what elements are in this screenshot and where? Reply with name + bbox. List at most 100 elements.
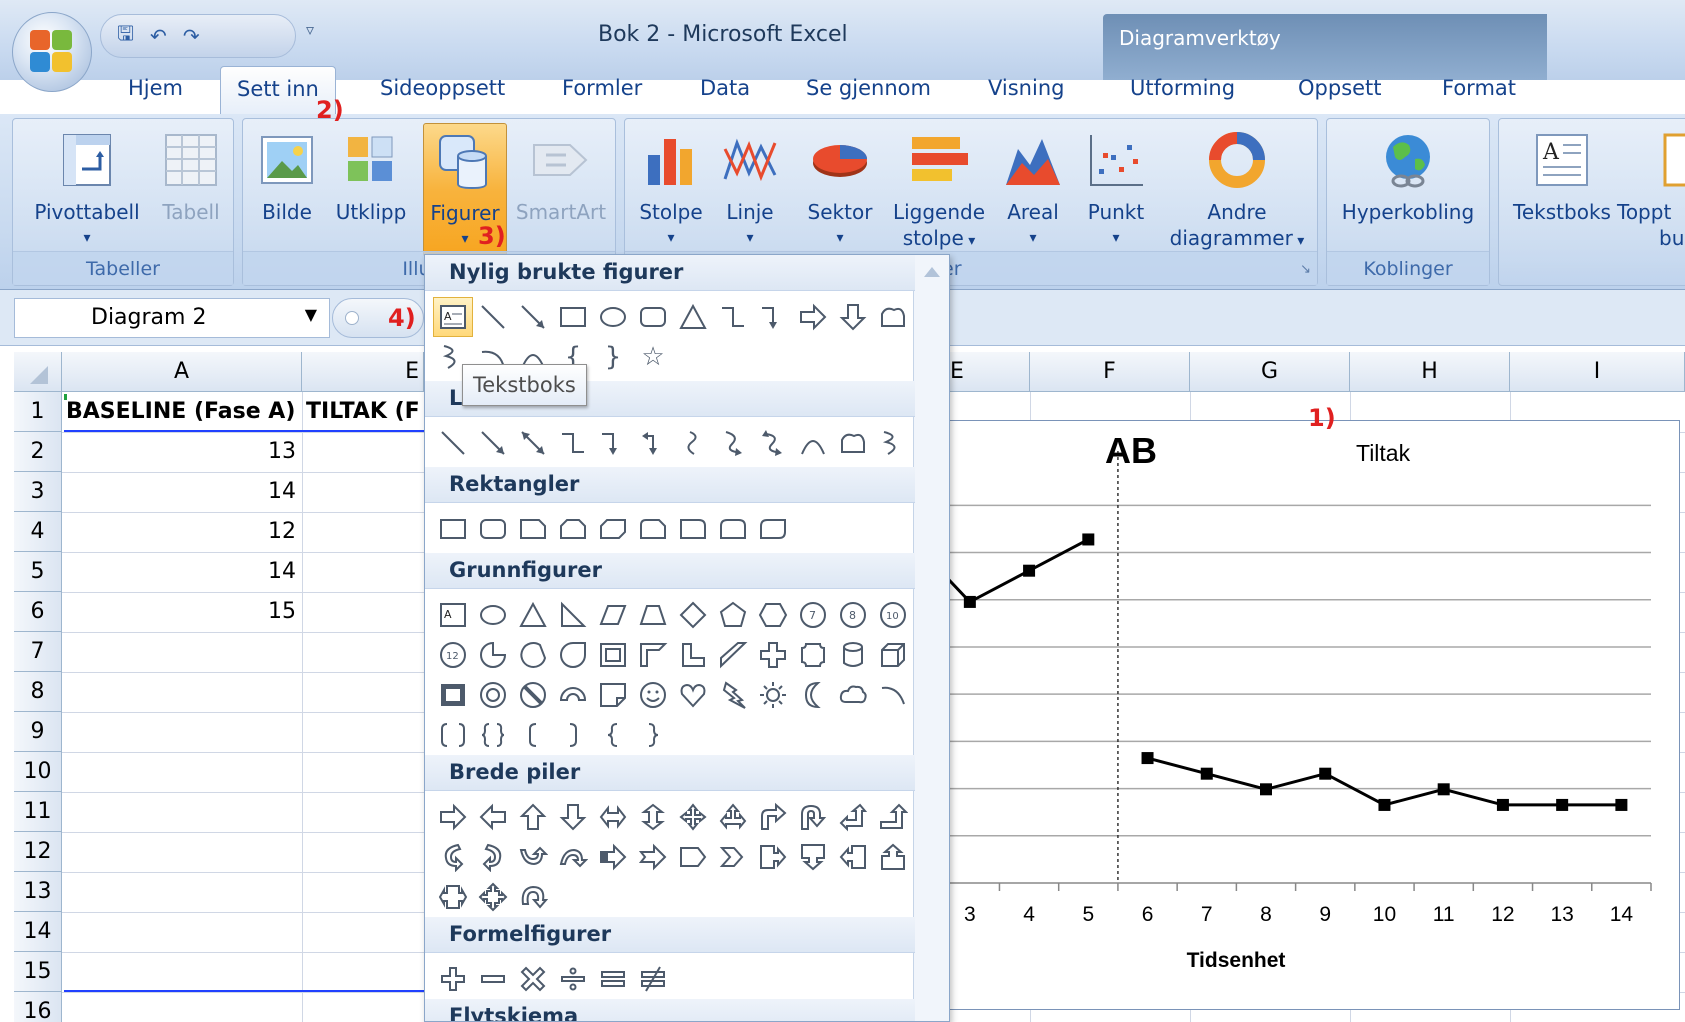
elbow-connector-shape-icon[interactable]	[713, 297, 753, 337]
punkt-button[interactable]: Punkt ▾	[1081, 129, 1151, 251]
snip-corner-rectangle-icon[interactable]	[513, 509, 553, 549]
curved-left-arrow-icon[interactable]	[473, 837, 513, 877]
teardrop-icon[interactable]	[553, 635, 593, 675]
row-header-16[interactable]: 16	[14, 992, 62, 1022]
tab-formler[interactable]: Formler	[562, 76, 642, 100]
arrow-line-shape-icon[interactable]	[513, 297, 553, 337]
star-shape-icon[interactable]: ☆	[633, 337, 673, 377]
chord-icon[interactable]	[513, 635, 553, 675]
gallery-scrollbar[interactable]	[913, 255, 949, 1021]
tab-sideoppsett[interactable]: Sideoppsett	[380, 76, 505, 100]
pentagon-icon[interactable]	[713, 595, 753, 635]
curved-arrow-icon[interactable]	[713, 423, 753, 463]
column-header-b[interactable]: E	[302, 352, 424, 392]
can-icon[interactable]	[833, 635, 873, 675]
striped-right-arrow-icon[interactable]	[593, 837, 633, 877]
heart-icon[interactable]	[673, 675, 713, 715]
row-header-2[interactable]: 2	[14, 432, 62, 472]
isosceles-triangle-icon[interactable]	[513, 595, 553, 635]
hexagon-icon[interactable]	[753, 595, 793, 635]
row-header-9[interactable]: 9	[14, 712, 62, 752]
cell-a5[interactable]: 14	[62, 552, 296, 592]
elbow-double-arrow-icon[interactable]	[633, 423, 673, 463]
row-header-14[interactable]: 14	[14, 912, 62, 952]
cell-a6[interactable]: 15	[62, 592, 296, 632]
folded-corner-icon[interactable]	[593, 675, 633, 715]
tabell-button[interactable]: Tabell	[149, 129, 233, 225]
chart-area[interactable]: 34567891011121314ABsislinjeTiltakTidsenh…	[880, 420, 1680, 1010]
tekstboks-button[interactable]: A Tekstboks	[1507, 129, 1617, 225]
tab-se-gjennom[interactable]: Se gjennom	[806, 76, 931, 100]
moon-icon[interactable]	[793, 675, 833, 715]
double-bracket-icon[interactable]	[433, 715, 473, 755]
u-turn-arrow-icon[interactable]	[793, 797, 833, 837]
down-arrow-shape-icon[interactable]	[833, 297, 873, 337]
curved-right-arrow-icon[interactable]	[433, 837, 473, 877]
triangle-shape-icon[interactable]	[673, 297, 713, 337]
cube-icon[interactable]	[873, 635, 913, 675]
row-header-13[interactable]: 13	[14, 872, 62, 912]
row-header-11[interactable]: 11	[14, 792, 62, 832]
row-header-10[interactable]: 10	[14, 752, 62, 792]
rectangle-icon[interactable]	[433, 509, 473, 549]
column-header-g[interactable]: G	[1190, 352, 1350, 392]
office-button[interactable]	[12, 12, 92, 92]
curved-down-arrow-icon[interactable]	[553, 837, 593, 877]
sun-icon[interactable]	[753, 675, 793, 715]
rectangle-shape-icon[interactable]	[553, 297, 593, 337]
name-box[interactable]: Diagram 2 ▼	[14, 298, 330, 338]
save-icon[interactable]: 🖫	[117, 19, 134, 53]
frame-icon[interactable]	[593, 635, 633, 675]
left-block-arrow-icon[interactable]	[473, 797, 513, 837]
cell-a1[interactable]: BASELINE (Fase A)	[66, 392, 302, 432]
select-all-corner[interactable]	[14, 352, 62, 392]
up-down-block-arrow-icon[interactable]	[633, 797, 673, 837]
double-brace-icon[interactable]	[473, 715, 513, 755]
cell-a3[interactable]: 14	[62, 472, 296, 512]
cross-icon[interactable]	[753, 635, 793, 675]
linje-button[interactable]: Linje ▾	[717, 129, 783, 251]
diagonal-stripe-icon[interactable]	[713, 635, 753, 675]
sektor-button[interactable]: Sektor ▾	[805, 129, 875, 251]
curved-connector-icon[interactable]	[673, 423, 713, 463]
diamond-icon[interactable]	[673, 595, 713, 635]
down-block-arrow-icon[interactable]	[553, 797, 593, 837]
row-header-7[interactable]: 7	[14, 632, 62, 672]
textbox-shape-icon[interactable]: A	[433, 297, 473, 337]
left-right-up-arrow-icon[interactable]	[713, 797, 753, 837]
tab-data[interactable]: Data	[700, 76, 750, 100]
scroll-up-icon[interactable]	[924, 267, 940, 277]
down-arrow-callout-icon[interactable]	[793, 837, 833, 877]
row-header-3[interactable]: 3	[14, 472, 62, 512]
tab-utforming[interactable]: Utforming	[1130, 76, 1235, 100]
freeform-shape-icon[interactable]	[873, 297, 913, 337]
rounded-rectangle-icon[interactable]	[473, 509, 513, 549]
row-header-12[interactable]: 12	[14, 832, 62, 872]
snip-diagonal-rectangle-icon[interactable]	[593, 509, 633, 549]
left-bracket-icon[interactable]	[513, 715, 553, 755]
right-triangle-icon[interactable]	[553, 595, 593, 635]
column-header-h[interactable]: H	[1350, 352, 1510, 392]
math-equal-icon[interactable]	[593, 959, 633, 999]
bevel-icon[interactable]	[433, 675, 473, 715]
undo-icon[interactable]: ↶	[150, 24, 167, 48]
right-arrow-callout-icon[interactable]	[753, 837, 793, 877]
snip-round-rectangle-icon[interactable]	[633, 509, 673, 549]
curve-icon[interactable]	[793, 423, 833, 463]
line-icon[interactable]	[433, 423, 473, 463]
liggende-stolpe-button[interactable]: Liggende stolpe ▾	[887, 129, 991, 254]
row-header-15[interactable]: 15	[14, 952, 62, 992]
left-right-block-arrow-icon[interactable]	[593, 797, 633, 837]
heptagon-icon[interactable]: 7	[793, 595, 833, 635]
right-brace-icon[interactable]	[633, 715, 673, 755]
smiley-face-icon[interactable]	[633, 675, 673, 715]
right-brace-shape-icon[interactable]: }	[593, 337, 633, 377]
curved-double-arrow-icon[interactable]	[753, 423, 793, 463]
curved-up-arrow-icon[interactable]	[513, 837, 553, 877]
utklipp-button[interactable]: Utklipp	[329, 129, 413, 225]
tab-oppsett[interactable]: Oppsett	[1298, 76, 1382, 100]
round-single-corner-rectangle-icon[interactable]	[673, 509, 713, 549]
name-box-dropdown-icon[interactable]: ▼	[305, 305, 317, 324]
andre-diagrammer-button[interactable]: Andre diagrammer ▾	[1163, 129, 1311, 254]
row-header-4[interactable]: 4	[14, 512, 62, 552]
